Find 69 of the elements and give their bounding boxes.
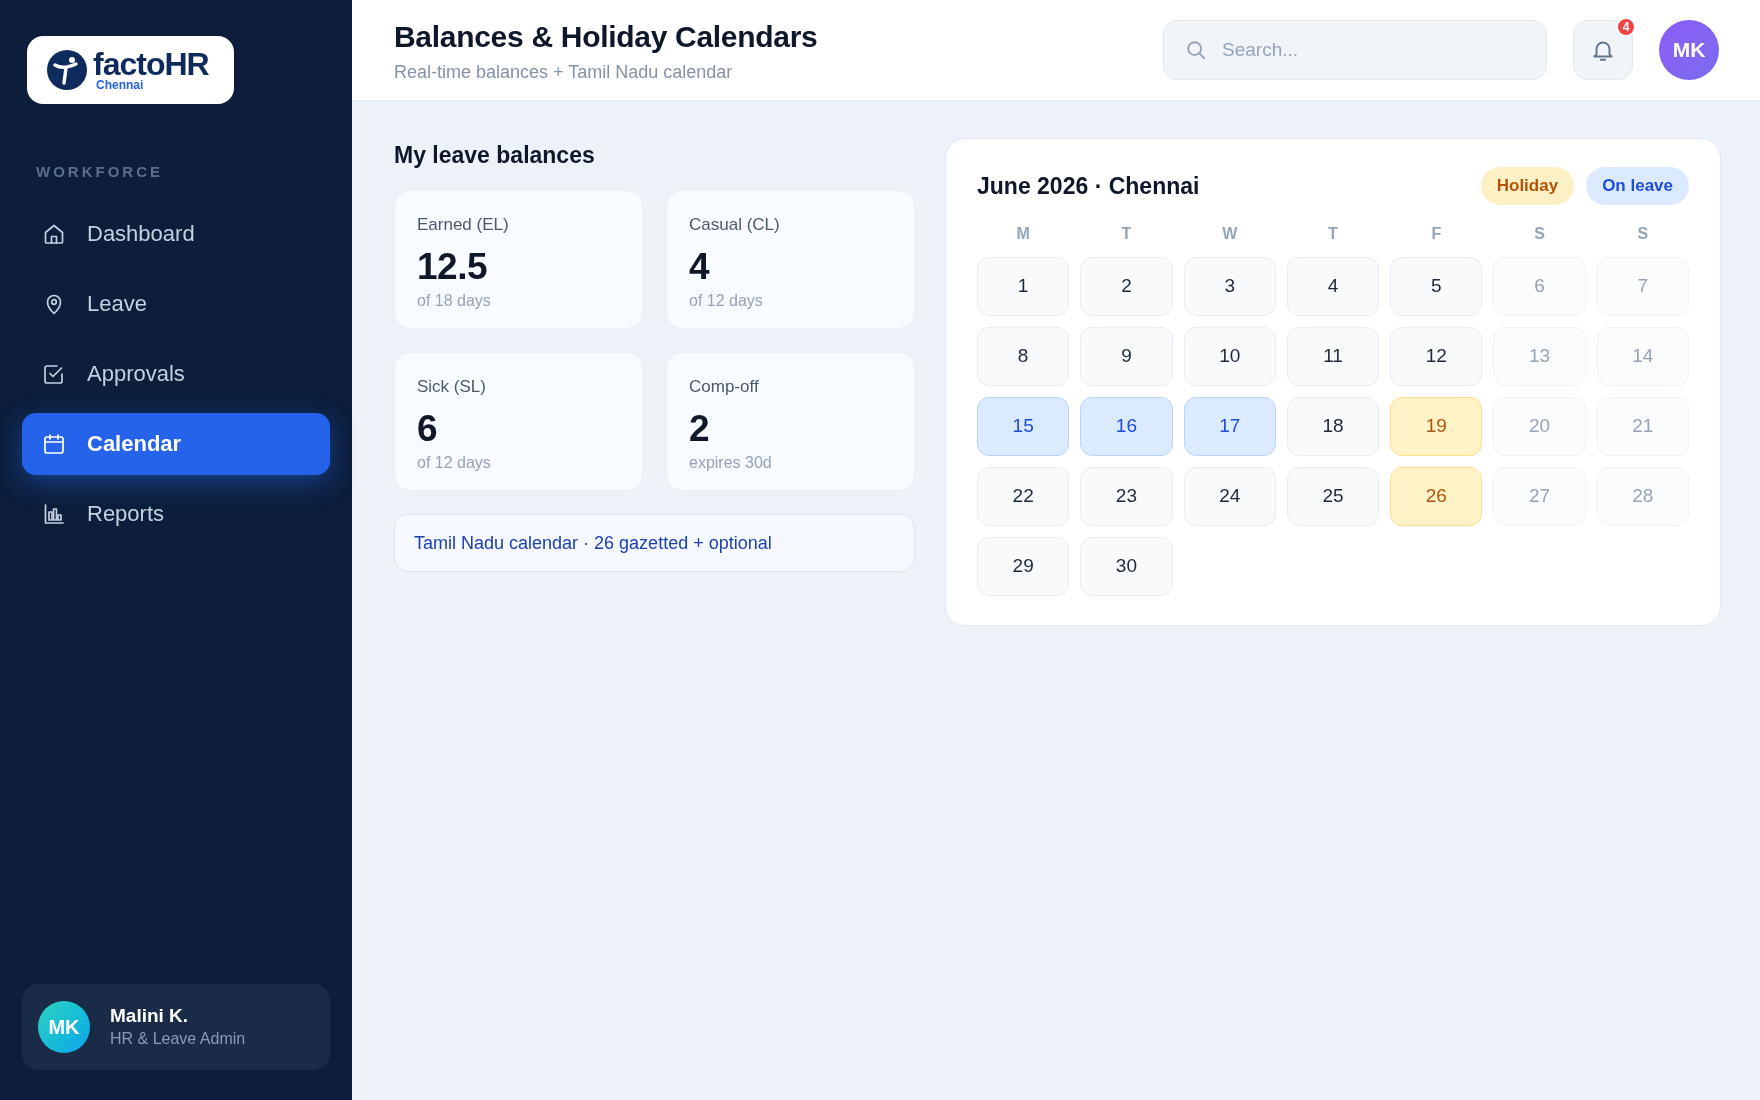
info-banner: Tamil Nadu calendar · 26 gazetted + optional	[394, 514, 915, 572]
checkbox-icon	[42, 362, 66, 386]
home-icon	[42, 222, 66, 246]
weekday-label: S	[1533, 224, 1546, 244]
calendar-day[interactable]: 2	[1080, 257, 1173, 316]
balance-value: 6	[417, 409, 438, 449]
weekday-label: M	[1015, 224, 1031, 244]
profile-avatar[interactable]: MK	[1659, 20, 1719, 80]
page-subtitle: Real-time balances + Tamil Nadu calendar	[394, 61, 734, 84]
calendar-day[interactable]: 19	[1390, 397, 1483, 456]
calendar-day[interactable]: 10	[1183, 327, 1276, 386]
search-icon	[1185, 39, 1207, 61]
calendar-day[interactable]: 1	[977, 257, 1070, 316]
legend-tag: Holiday	[1480, 167, 1575, 205]
nav-item[interactable]: Approvals	[22, 343, 330, 405]
weekday-label: T	[1327, 224, 1339, 244]
calendar-day[interactable]: 22	[977, 467, 1070, 526]
calendar-day[interactable]: 15	[977, 397, 1070, 456]
weekday-label: W	[1221, 224, 1239, 244]
user-role: HR & Leave Admin	[110, 1029, 246, 1049]
nav-item[interactable]: Dashboard	[22, 203, 330, 265]
balance-detail: of 18 days	[417, 291, 491, 311]
calendar-day[interactable]: 29	[977, 537, 1070, 596]
calendar-day[interactable]: 8	[977, 327, 1070, 386]
balance-label: Comp-off	[689, 376, 759, 398]
nav-item[interactable]: Calendar	[22, 413, 330, 475]
legend-tag: On leave	[1586, 167, 1689, 205]
calendar-day[interactable]: 11	[1286, 327, 1380, 386]
calendar-day[interactable]: 17	[1183, 397, 1276, 456]
weekday-label: T	[1120, 224, 1133, 244]
calendar-day[interactable]: 23	[1080, 467, 1173, 526]
calendar-day[interactable]: 18	[1286, 397, 1380, 456]
balance-value: 4	[689, 247, 710, 287]
logo-wordmark: factoHR	[93, 49, 209, 79]
calendar-day[interactable]: 25	[1286, 467, 1380, 526]
calendar-day[interactable]: 5	[1390, 257, 1483, 316]
nav-item[interactable]: Leave	[22, 273, 330, 335]
calendar-day[interactable]: 3	[1183, 257, 1276, 316]
calendar-day[interactable]: 4	[1286, 257, 1380, 316]
section-title: My leave balances	[394, 141, 596, 169]
calendar-day[interactable]: 9	[1080, 327, 1173, 386]
bar-chart-icon	[42, 502, 66, 526]
notification-badge: 4	[1616, 17, 1636, 37]
balance-detail: of 12 days	[689, 291, 763, 311]
weekday-label: F	[1430, 224, 1443, 244]
balance-detail: of 12 days	[417, 453, 491, 473]
calendar-day[interactable]: 12	[1390, 327, 1483, 386]
search-field[interactable]: Search...	[1163, 20, 1547, 80]
notification-button[interactable]: 4	[1573, 20, 1633, 80]
balance-label: Earned (EL)	[417, 214, 509, 236]
balance-value: 2	[689, 409, 710, 449]
logo-location-text: Chennai	[95, 79, 145, 91]
balance-label: Sick (SL)	[417, 376, 486, 398]
page-title: Balances & Holiday Calendars	[394, 20, 818, 54]
weekday-label: S	[1636, 224, 1650, 244]
person-logo-icon	[47, 50, 87, 90]
balance-label: Casual (CL)	[689, 214, 780, 236]
balance-value: 12.5	[417, 247, 487, 287]
calendar-icon	[42, 432, 66, 456]
user-avatar: MK	[38, 1001, 90, 1053]
section-label: WORKFORCE	[36, 163, 163, 180]
balance-detail: expires 30d	[689, 453, 772, 473]
nav-item[interactable]: Reports	[22, 483, 330, 545]
calendar-day[interactable]: 24	[1183, 467, 1276, 526]
calendar-day[interactable]: 26	[1390, 467, 1483, 526]
calendar-day[interactable]: 30	[1080, 537, 1173, 596]
calendar-title: June 2026 · Chennai	[977, 171, 1200, 201]
calendar-day[interactable]: 16	[1080, 397, 1173, 456]
user-name: Malini K.	[110, 1004, 190, 1028]
